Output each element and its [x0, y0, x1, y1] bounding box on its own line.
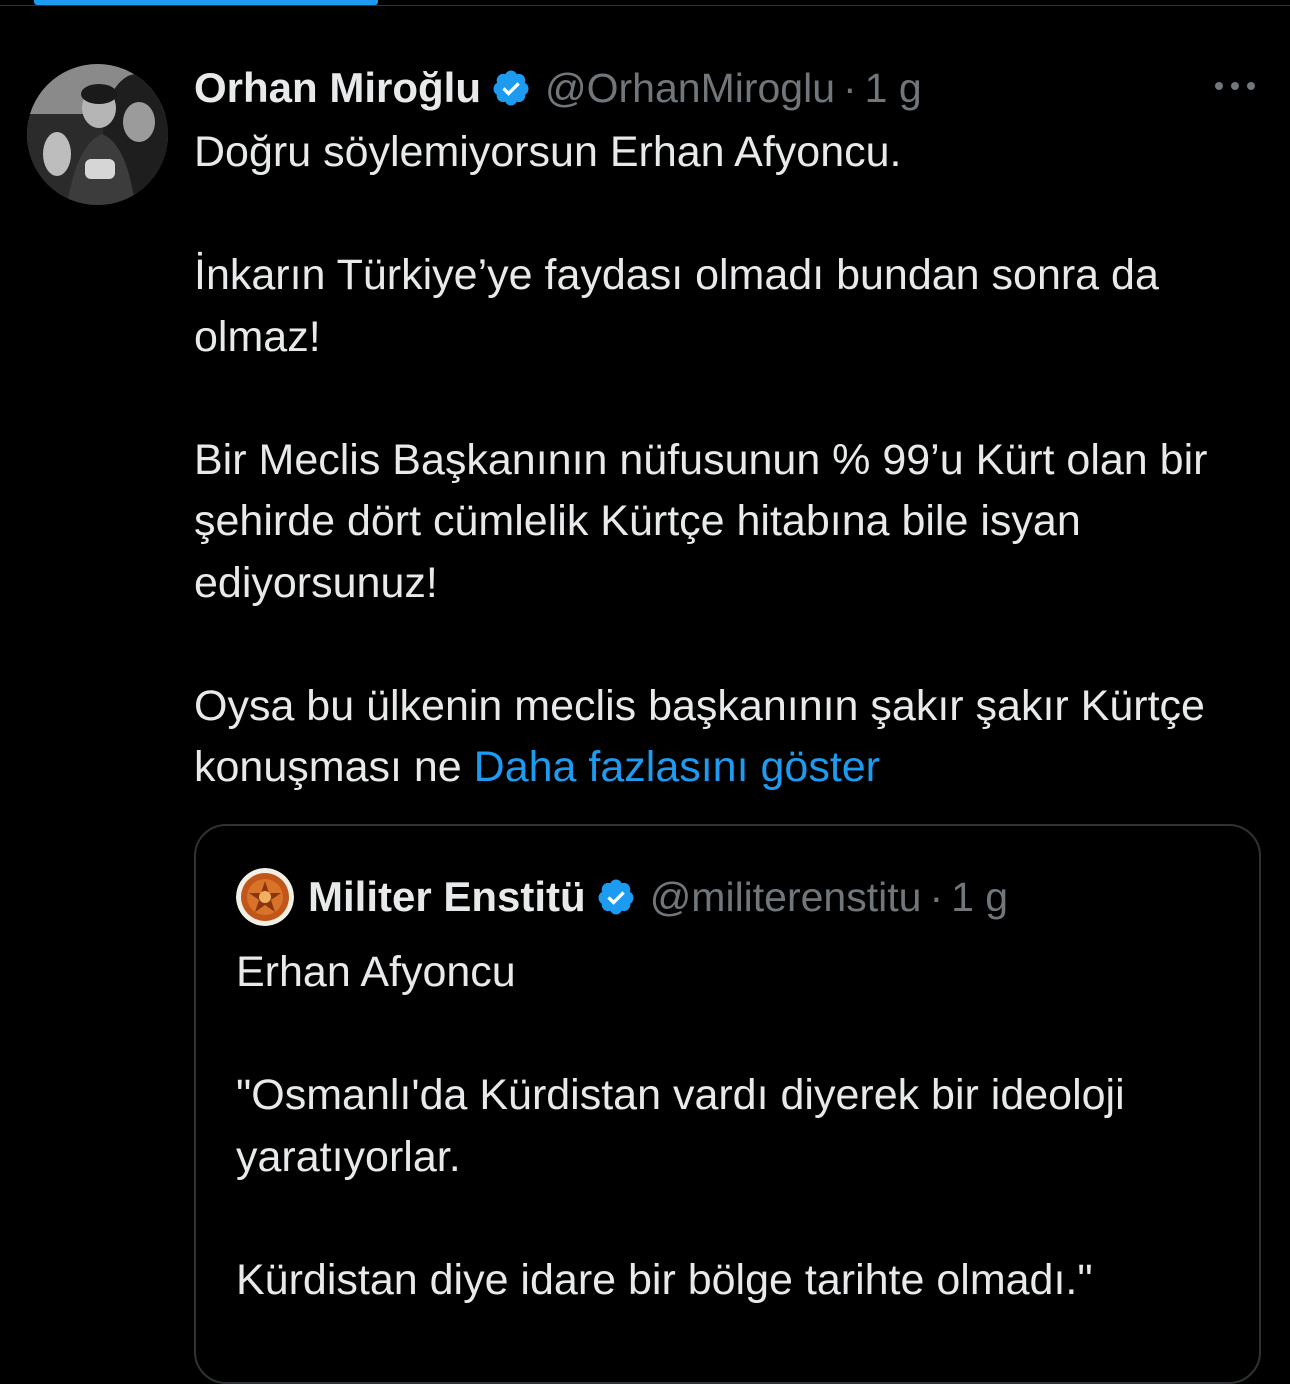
- separator-dot: ·: [843, 64, 857, 111]
- profile-photo-icon: [27, 64, 168, 205]
- quoted-timestamp[interactable]: 1 g: [951, 874, 1008, 921]
- emblem-logo-icon: [236, 868, 294, 926]
- quoted-avatar[interactable]: [236, 868, 294, 926]
- quoted-paragraph: Kürdistan diye idare bir bölge tarihte o…: [236, 1255, 1093, 1304]
- show-more-link[interactable]: Daha fazlasını göster: [474, 743, 880, 791]
- tweet-header: Orhan Miroğlu @OrhanMiroglu · 1 g: [194, 58, 922, 118]
- quoted-paragraph: "Osmanlı'da Kürdistan vardı diyerek bir …: [236, 1071, 1125, 1181]
- separator-dot: ·: [929, 873, 944, 920]
- quoted-author-handle[interactable]: @militerenstitu: [650, 874, 922, 921]
- quoted-paragraph: Erhan Afyoncu: [236, 948, 516, 996]
- tweet-text: Doğru söylemiyorsun Erhan Afyoncu. İnkarı…: [194, 122, 1274, 799]
- quoted-tweet-header: Militer Enstitü @militerenstitu · 1 g: [236, 866, 1008, 928]
- tweet-paragraph: Bir Meclis Başkanının nüfusunun % 99’u K…: [194, 435, 1220, 607]
- more-dots-icon: [1215, 82, 1255, 90]
- divider: [0, 5, 1290, 6]
- avatar[interactable]: [27, 64, 168, 205]
- tweet-paragraph: İnkarın Türkiye’ye faydası olmadı bundan…: [194, 251, 1171, 361]
- quoted-tweet-text: Erhan Afyoncu "Osmanlı'da Kürdistan vardı…: [236, 942, 1246, 1311]
- verified-badge-icon: [596, 877, 636, 917]
- tweet-paragraph: Doğru söylemiyorsun Erhan Afyoncu.: [194, 128, 902, 176]
- verified-badge-icon: [491, 68, 531, 108]
- tweet-paragraph-last: Oysa bu ülkenin meclis başkanının şakır …: [194, 676, 1274, 799]
- more-options-button[interactable]: [1210, 66, 1260, 106]
- author-handle[interactable]: @OrhanMiroglu: [545, 65, 835, 112]
- author-name[interactable]: Orhan Miroğlu: [194, 64, 481, 112]
- quoted-author-name[interactable]: Militer Enstitü: [308, 873, 586, 921]
- quoted-tweet-card[interactable]: Militer Enstitü @militerenstitu · 1 g Er…: [194, 824, 1261, 1384]
- timestamp[interactable]: 1 g: [865, 65, 922, 112]
